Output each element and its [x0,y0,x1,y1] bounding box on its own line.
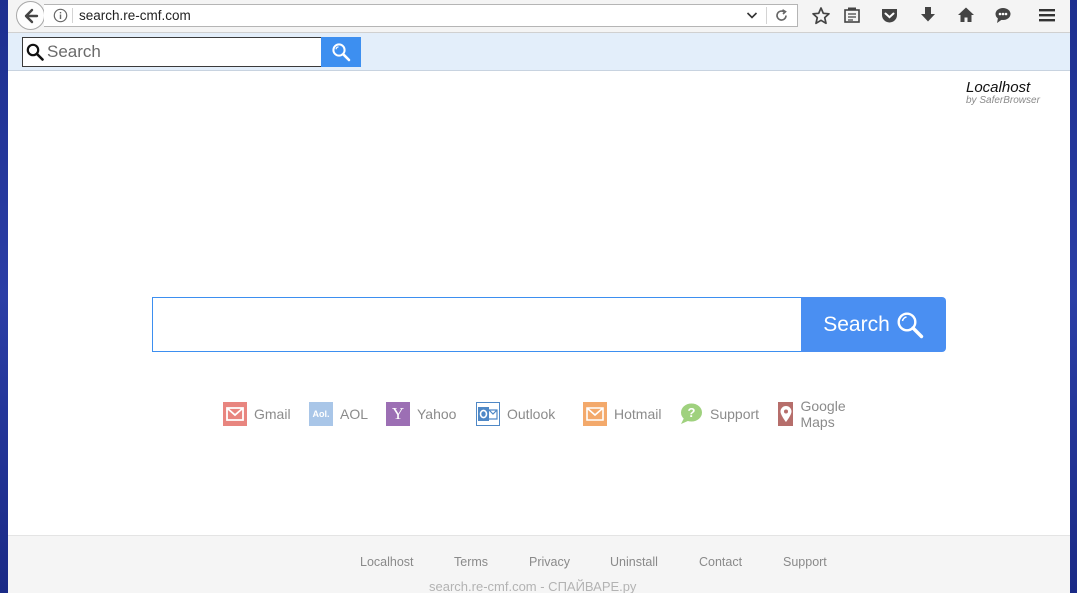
home-icon[interactable] [957,6,975,24]
svg-text:?: ? [688,405,696,420]
url-bar[interactable]: search.re-cmf.com [44,4,798,27]
footer-link-localhost[interactable]: Localhost [360,555,414,569]
footer-link-support[interactable]: Support [783,555,827,569]
quick-link-outlook[interactable]: Outlook [476,402,555,426]
quick-link-label: Support [710,406,760,422]
hotmail-icon [583,402,607,426]
quick-link-label: Outlook [507,406,556,422]
back-arrow-icon [24,8,38,23]
quick-link-label: Hotmail [614,406,662,422]
pocket-icon[interactable] [880,6,899,25]
url-text[interactable]: search.re-cmf.com [79,8,191,23]
main-search-button[interactable]: Search [801,297,946,352]
search-icon [26,43,44,61]
map-pin-icon [778,402,794,426]
url-separator [72,8,73,23]
quick-link-label: Yahoo [417,406,457,422]
outlook-icon [476,402,500,426]
reading-list-icon[interactable] [843,6,861,24]
url-separator [766,7,767,24]
quick-link-google-maps[interactable]: Google Maps [778,398,854,430]
browser-nav-bar: search.re-cmf.com [8,0,1070,33]
footer: Localhost Terms Privacy Uninstall Contac… [8,535,1070,593]
back-button[interactable] [16,1,45,30]
quick-link-label: Google Maps [800,398,846,430]
search-icon [897,311,923,338]
quick-link-gmail[interactable]: Gmail [223,402,291,426]
main-search-input[interactable] [152,297,802,352]
aol-icon: Aol. [309,402,333,426]
search-toolbar [8,33,1070,71]
footer-link-uninstall[interactable]: Uninstall [610,555,658,569]
toolbar-search-box[interactable] [22,37,322,67]
brand-title: Localhost [966,79,1031,96]
footer-link-privacy[interactable]: Privacy [529,555,570,569]
info-icon[interactable] [53,8,68,23]
brand-subtitle: by SaferBrowser [966,95,1040,106]
yahoo-icon: Y [386,402,410,426]
download-icon[interactable] [919,6,937,24]
footer-link-contact[interactable]: Contact [699,555,742,569]
reload-icon[interactable] [774,8,789,23]
toolbar-search-button[interactable] [321,37,361,67]
quick-link-hotmail[interactable]: Hotmail [583,402,661,426]
bookmark-star-icon[interactable] [811,6,831,26]
toolbar-search-input[interactable] [47,41,317,63]
help-bubble-icon: ? [679,402,703,426]
chat-icon[interactable] [994,6,1012,24]
gmail-icon [223,402,247,426]
quick-link-label: Gmail [254,406,291,422]
watermark: search.re-cmf.com - СПАЙВАРЕ.ру [429,579,637,593]
quick-link-yahoo[interactable]: Y Yahoo [386,402,456,426]
search-icon [332,43,351,62]
browser-window: search.re-cmf.com Search Localhost by Sa… [8,0,1070,593]
chevron-down-icon[interactable] [746,9,758,21]
quick-link-support[interactable]: ? Support [679,402,759,426]
main-search-button-label: Search [823,312,890,336]
menu-icon[interactable] [1038,6,1056,24]
quick-link-aol[interactable]: Aol. AOL [309,402,368,426]
quick-link-label: AOL [340,406,369,422]
footer-link-terms[interactable]: Terms [454,555,488,569]
